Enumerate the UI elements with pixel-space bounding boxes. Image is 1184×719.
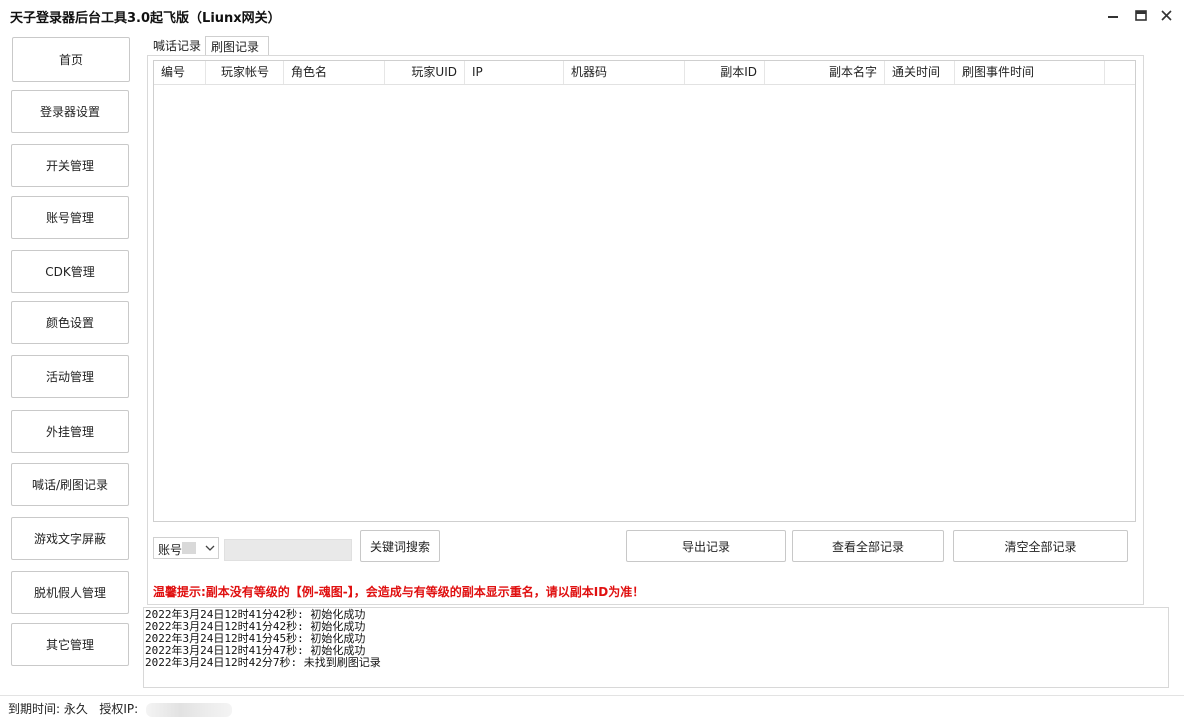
column-header-player-account[interactable]: 玩家帐号 [206,61,284,84]
sidebar-item-event-management[interactable]: 活动管理 [11,355,129,398]
chevron-down-icon [205,545,215,551]
column-header-ip[interactable]: IP [465,61,564,84]
minimize-icon [1108,16,1118,18]
log-line: 2022年3月24日12时42分7秒: 未找到刷图记录 [145,656,381,669]
sidebar-item-color-settings[interactable]: 颜色设置 [11,301,129,344]
sidebar-item-label: 颜色设置 [45,316,94,330]
tab-chat-records[interactable]: 喊话记录 [148,36,204,56]
close-button[interactable] [1157,6,1177,26]
sidebar-item-label: 外挂管理 [45,425,94,439]
warning-tip: 温馨提示:副本没有等级的【例-魂图-】，会造成与有等级的副本显示重名，请以副本I… [153,585,645,599]
export-records-button[interactable]: 导出记录 [626,530,786,562]
column-header-player-uid[interactable]: 玩家UID [385,61,465,84]
sidebar-item-switch-management[interactable]: 开关管理 [11,144,129,187]
expiry-label: 到期时间: [8,702,61,716]
tab-map-records[interactable]: 刷图记录 [205,36,269,56]
log-output[interactable]: 2022年3月24日12时41分42秒: 初始化成功 2022年3月24日12时… [143,607,1169,688]
sidebar-item-cheat-management[interactable]: 外挂管理 [11,410,129,453]
view-all-records-button[interactable]: 查看全部记录 [792,530,944,562]
sidebar-item-launcher-settings[interactable]: 登录器设置 [11,90,129,133]
sidebar-item-label: 游戏文字屏蔽 [33,532,106,546]
clear-all-records-button[interactable]: 清空全部记录 [953,530,1128,562]
column-header-machine-code[interactable]: 机器码 [564,61,685,84]
title-bar: 天子登录器后台工具3.0起飞版（Liunx网关） [0,0,1184,30]
status-bar: 到期时间: 永久 授权IP: [8,700,232,717]
records-table[interactable]: 编号 玩家帐号 角色名 玩家UID IP 机器码 副本ID 副本名字 通关时间 … [153,60,1136,522]
column-header-clear-time[interactable]: 通关时间 [885,61,955,84]
sidebar-item-label: 账号管理 [45,211,94,225]
authorized-ip-redacted [146,702,232,717]
column-header-dungeon-id[interactable]: 副本ID [685,61,765,84]
sidebar-item-text-filter[interactable]: 游戏文字屏蔽 [11,517,129,560]
sidebar-item-label: 其它管理 [45,638,94,652]
keyword-input[interactable] [224,539,352,561]
sidebar-item-label: 登录器设置 [39,105,100,119]
column-header-role-name[interactable]: 角色名 [284,61,385,84]
column-header-id[interactable]: 编号 [154,61,206,84]
window-title: 天子登录器后台工具3.0起飞版（Liunx网关） [10,11,281,26]
close-icon [1161,10,1172,21]
sidebar-item-account-management[interactable]: 账号管理 [11,196,129,239]
sidebar-item-label: 开关管理 [45,159,94,173]
search-field-select[interactable]: 账号 [153,537,219,559]
sidebar-item-cdk-management[interactable]: CDK管理 [11,250,129,293]
sidebar-item-label: 活动管理 [45,370,94,384]
keyword-search-button[interactable]: 关键词搜索 [360,530,440,562]
search-field-value: 账号 [158,543,183,557]
sidebar-item-label: 首页 [58,53,83,67]
search-field-placeholder-block [182,542,196,554]
expiry-value: 永久 [63,702,88,716]
maximize-button[interactable] [1131,6,1151,26]
sidebar-item-home[interactable]: 首页 [12,37,130,82]
column-header-event-time[interactable]: 刷图事件时间 [955,61,1105,84]
sidebar-item-label: CDK管理 [45,265,95,279]
sidebar-item-other-management[interactable]: 其它管理 [11,623,129,666]
sidebar-item-offline-bot-management[interactable]: 脱机假人管理 [11,571,129,614]
sidebar-item-label: 脱机假人管理 [33,586,106,600]
status-divider [0,695,1184,696]
maximize-icon [1135,10,1147,21]
sidebar-item-label: 喊话/刷图记录 [31,478,109,492]
sidebar-item-chat-map-records[interactable]: 喊话/刷图记录 [11,463,129,506]
minimize-button[interactable] [1104,6,1124,26]
table-header: 编号 玩家帐号 角色名 玩家UID IP 机器码 副本ID 副本名字 通关时间 … [154,61,1135,85]
column-header-dungeon-name[interactable]: 副本名字 [765,61,885,84]
authorized-ip-label: 授权IP: [99,702,139,716]
